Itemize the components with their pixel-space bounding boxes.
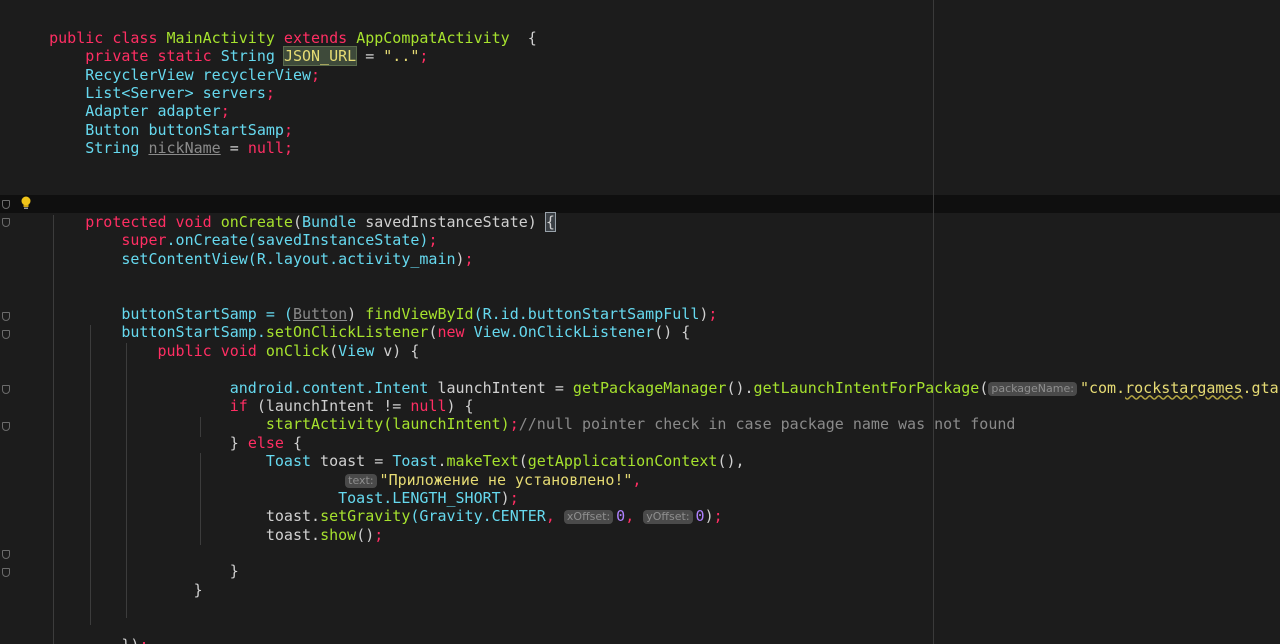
code-line[interactable]: Button buttonStartSamp; (13, 103, 293, 139)
parameter-hint: xOffset: (563, 510, 614, 525)
code-token: View.OnClickListener (473, 323, 655, 342)
code-token: = (220, 139, 248, 158)
code-token: View (338, 342, 375, 361)
code-token: ) (704, 507, 714, 526)
code-line[interactable]: } (13, 563, 203, 599)
code-token: ; (311, 66, 321, 85)
code-line[interactable]: String nickName = null; (13, 121, 293, 157)
code-line-current[interactable]: protected void onCreate(Bundle savedInst… (13, 195, 556, 233)
code-token: "com. (1079, 379, 1126, 398)
code-line[interactable]: android.content.Intent launchIntent = ge… (13, 361, 1279, 397)
code-token: ; (139, 636, 148, 644)
fold-marker-icon[interactable] (2, 200, 10, 209)
code-token: ( (329, 342, 339, 361)
code-token: ( (979, 379, 989, 398)
code-line[interactable]: Toast.LENGTH_SHORT); (13, 471, 519, 507)
code-token: rockstargames (1125, 379, 1243, 398)
code-token: new (437, 323, 474, 342)
code-token: nickName (148, 139, 221, 158)
code-line[interactable]: text: "Приложение не установлено!", (309, 453, 641, 489)
code-token: ; (419, 47, 429, 66)
code-token: onClick (265, 342, 330, 361)
code-line[interactable]: toast.show(); (13, 508, 383, 544)
code-line[interactable]: toast.setGravity(Gravity.CENTER, xOffset… (13, 489, 723, 525)
code-line[interactable]: startActivity(launchIntent);//null point… (13, 397, 1016, 433)
code-token: CENTER (491, 507, 546, 526)
code-token: , (625, 507, 644, 526)
code-token: { (509, 29, 537, 48)
code-line[interactable]: buttonStartSamp.setOnClickListener(new V… (13, 305, 690, 341)
right-margin-guide (933, 0, 934, 644)
code-token: }) (49, 636, 139, 644)
code-line[interactable]: Adapter adapter; (13, 84, 230, 120)
fold-marker-icon[interactable] (2, 312, 10, 321)
code-token: null (247, 139, 284, 158)
code-line[interactable]: private static String JSON_URL = ".."; (13, 29, 428, 67)
code-token: ; (713, 507, 723, 526)
code-token: 0 (616, 507, 626, 526)
code-token: ; (509, 415, 519, 434)
code-line[interactable]: buttonStartSamp = (Button) findViewById(… (13, 287, 717, 323)
code-line[interactable]: } (13, 544, 239, 580)
code-line[interactable]: RecyclerView recyclerView; (13, 48, 320, 84)
code-token: v) { (374, 342, 420, 361)
matched-brace: { (544, 212, 556, 233)
editor-gutter (0, 0, 14, 644)
code-token: , (545, 507, 564, 526)
code-token: , (632, 471, 642, 490)
code-token: ".." (383, 47, 420, 66)
code-line[interactable]: } else { (13, 416, 302, 452)
code-line[interactable]: public void onClick(View v) { (13, 324, 419, 360)
code-token: ; (464, 250, 474, 269)
parameter-hint: packageName: (988, 382, 1077, 397)
code-line[interactable]: if (launchIntent != null) { (13, 379, 474, 415)
code-token: 0 (695, 507, 705, 526)
code-token: String (49, 139, 140, 158)
code-line[interactable]: Toast toast = Toast.makeText(getApplicat… (13, 434, 745, 470)
fold-marker-icon[interactable] (2, 422, 10, 431)
code-line-class-declaration[interactable]: public class MainActivity extends AppCom… (13, 11, 537, 47)
code-token: ; (265, 84, 275, 103)
code-line[interactable]: setContentView(R.layout.activity_main); (13, 232, 473, 268)
code-line[interactable]: List<Server> servers; (13, 66, 275, 102)
parameter-hint: yOffset: (643, 510, 693, 525)
code-token: (), (717, 452, 745, 471)
code-token: (). (726, 379, 754, 398)
code-line[interactable]: }); (13, 618, 148, 644)
code-token: getLaunchIntentForPackage (753, 379, 980, 398)
code-token: setContentView(R.layout. (49, 250, 339, 269)
fold-marker-icon[interactable] (2, 568, 10, 577)
code-token: () (356, 526, 375, 545)
code-line[interactable]: super.onCreate(savedInstanceState); (13, 213, 437, 249)
fold-marker-icon[interactable] (2, 218, 10, 227)
code-token: Toast (49, 452, 312, 471)
code-token: (Gravity. (410, 507, 492, 526)
code-token: = (356, 47, 384, 66)
code-token: activity_main (338, 250, 456, 269)
code-token: ) (455, 250, 465, 269)
code-token: ; (374, 526, 384, 545)
code-token: ; (283, 139, 293, 158)
fold-marker-icon[interactable] (2, 330, 10, 339)
code-token: () { (654, 323, 691, 342)
code-comment: //null pointer check in case package nam… (518, 415, 1016, 434)
code-token: getPackageManager (572, 379, 727, 398)
code-token: ; (708, 305, 718, 324)
code-token: show (320, 526, 357, 545)
code-editor[interactable]: public class MainActivity extends AppCom… (0, 0, 1280, 644)
fold-marker-icon[interactable] (2, 385, 10, 394)
fold-marker-icon[interactable] (2, 550, 10, 559)
code-token: .gta (1242, 379, 1279, 398)
code-token: toast. (49, 526, 321, 545)
code-token: public void (49, 342, 266, 361)
code-token: } (49, 581, 203, 600)
